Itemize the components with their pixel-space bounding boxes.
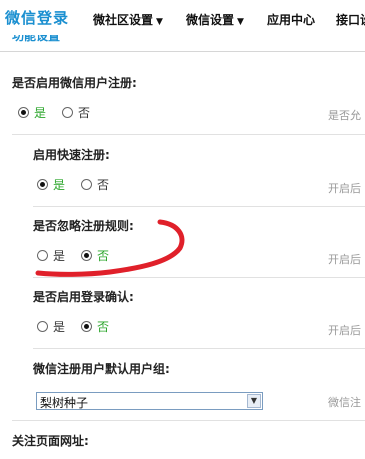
radio-yes[interactable] [37,321,48,332]
radio-group-quick-register: 是 否 [37,176,125,193]
row-hint: 开启后 [328,182,361,195]
nav-item-app-center[interactable]: 应用中心 [267,11,315,28]
radio-no[interactable] [81,321,93,332]
user-group-select-value: 梨树种子 [40,396,89,410]
nav-item-api-settings[interactable]: 接口设 [336,11,365,28]
radio-no-label: 否 [78,106,91,120]
row-label-follow-url: 关注页面网址: [12,434,89,448]
row-hint: 是否允 [328,109,361,122]
section-tab: 功能设置 [0,35,365,52]
row-label-quick-register: 启用快速注册: [33,148,110,162]
divider [33,206,365,207]
radio-group-ignore-register-rules: 是 否 [37,247,125,264]
radio-yes-label: 是 [53,178,66,192]
section-tab-label: 功能设置 [12,35,61,43]
radio-yes-label: 是 [53,320,66,334]
nav-item-label: 应用中心 [267,13,316,27]
radio-yes[interactable] [37,250,48,261]
row-label-enable-wechat-register: 是否启用微信用户注册: [12,76,137,90]
divider [12,420,365,421]
radio-yes[interactable] [18,107,29,118]
radio-no-label: 否 [97,249,110,263]
row-label-login-confirm: 是否启用登录确认: [33,290,134,304]
nav-item-label: 接口设 [336,13,365,27]
nav-item-label: 微信设置 [186,13,235,27]
divider [12,134,365,135]
radio-yes[interactable] [37,179,48,190]
radio-no-label: 否 [97,320,110,334]
divider [33,277,365,278]
row-label-default-user-group: 微信注册用户默认用户组: [33,362,170,376]
radio-no[interactable] [81,250,93,261]
radio-group-login-confirm: 是 否 [37,318,125,335]
chevron-down-icon[interactable]: ▼ [247,394,261,408]
radio-no-label: 否 [97,178,110,192]
nav-item-community-settings[interactable]: 微社区设置 ▼ [93,11,163,28]
brand-title[interactable]: 微信登录 [5,7,69,28]
chevron-down-icon: ▼ [237,17,244,27]
radio-no[interactable] [62,107,74,118]
radio-yes-label: 是 [34,106,47,120]
nav-item-wechat-settings[interactable]: 微信设置 ▼ [186,11,244,28]
user-group-select[interactable]: 梨树种子 ▼ [36,392,263,410]
radio-no[interactable] [81,179,93,190]
radio-yes-label: 是 [53,249,66,263]
row-hint: 微信注 [328,396,361,409]
chevron-down-icon: ▼ [156,17,163,27]
row-hint: 开启后 [328,324,361,337]
row-label-ignore-register-rules: 是否忽略注册规则: [33,219,134,233]
row-hint: 开启后 [328,253,361,266]
radio-group-enable-wechat-register: 是 否 [18,104,106,121]
nav-item-label: 微社区设置 [93,13,154,27]
divider [33,348,365,349]
top-nav: 微信登录 微社区设置▼ 微信设置▼ 应用中心 接口设 [0,0,365,35]
